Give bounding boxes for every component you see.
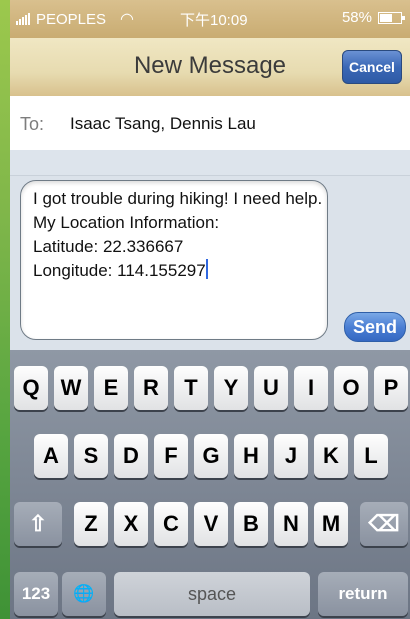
key-z[interactable]: Z (74, 502, 108, 546)
key-b[interactable]: B (234, 502, 268, 546)
keyboard: Q W E R T Y U I O P A S D F G H J K L ⇧ … (10, 350, 410, 619)
key-k[interactable]: K (314, 434, 348, 478)
conversation-area: I got trouble during hiking! I need help… (10, 150, 410, 350)
key-j[interactable]: J (274, 434, 308, 478)
recipients-value[interactable]: Isaac Tsang, Dennis Lau (70, 114, 256, 134)
delete-key[interactable]: ⌫ (360, 502, 408, 546)
key-f[interactable]: F (154, 434, 188, 478)
battery-group: 58% (341, 9, 405, 26)
key-w[interactable]: W (54, 366, 88, 410)
key-t[interactable]: T (174, 366, 208, 410)
battery-percent: 58% (341, 9, 372, 26)
key-h[interactable]: H (234, 434, 268, 478)
key-a[interactable]: A (34, 434, 68, 478)
shift-icon: ⇧ (28, 511, 48, 536)
key-y[interactable]: Y (214, 366, 248, 410)
signal-strength-icon (16, 13, 30, 25)
return-key[interactable]: return (318, 572, 408, 616)
key-c[interactable]: C (154, 502, 188, 546)
to-label: To: (20, 114, 45, 134)
numbers-key[interactable]: 123 (14, 572, 58, 616)
backspace-icon: ⌫ (368, 511, 400, 536)
conversation-divider (10, 150, 410, 176)
wifi-icon: ◠ (120, 11, 135, 28)
key-q[interactable]: Q (14, 366, 48, 410)
text-cursor (205, 259, 208, 279)
key-r[interactable]: R (134, 366, 168, 410)
key-p[interactable]: P (374, 366, 408, 410)
shift-key[interactable]: ⇧ (14, 502, 62, 546)
globe-key[interactable]: 🌐 (62, 572, 106, 616)
status-bar: PEOPLES ◠ 下午10:09 58% (10, 0, 410, 38)
message-text: I got trouble during hiking! I need help… (33, 187, 323, 283)
key-d[interactable]: D (114, 434, 148, 478)
message-input[interactable]: I got trouble during hiking! I need help… (20, 180, 328, 340)
background-border (0, 0, 10, 619)
globe-icon: 🌐 (73, 584, 95, 603)
key-e[interactable]: E (94, 366, 128, 410)
key-g[interactable]: G (194, 434, 228, 478)
phone-screen: PEOPLES ◠ 下午10:09 58% New Message Cancel… (10, 0, 410, 619)
carrier-group: PEOPLES ◠ (16, 9, 134, 29)
key-o[interactable]: O (334, 366, 368, 410)
key-v[interactable]: V (194, 502, 228, 546)
key-n[interactable]: N (274, 502, 308, 546)
key-m[interactable]: M (314, 502, 348, 546)
cancel-button[interactable]: Cancel (342, 50, 402, 84)
space-key[interactable]: space (114, 572, 310, 616)
send-button[interactable]: Send (344, 312, 406, 342)
key-s[interactable]: S (74, 434, 108, 478)
navigation-bar: New Message Cancel (10, 38, 410, 97)
status-time: 下午10:09 (180, 12, 248, 29)
key-x[interactable]: X (114, 502, 148, 546)
key-u[interactable]: U (254, 366, 288, 410)
key-l[interactable]: L (354, 434, 388, 478)
carrier-name: PEOPLES (36, 10, 107, 28)
key-i[interactable]: I (294, 366, 328, 410)
battery-icon (378, 11, 405, 24)
message-body: I got trouble during hiking! I need help… (33, 189, 323, 280)
to-field[interactable]: To: Isaac Tsang, Dennis Lau (10, 96, 410, 151)
